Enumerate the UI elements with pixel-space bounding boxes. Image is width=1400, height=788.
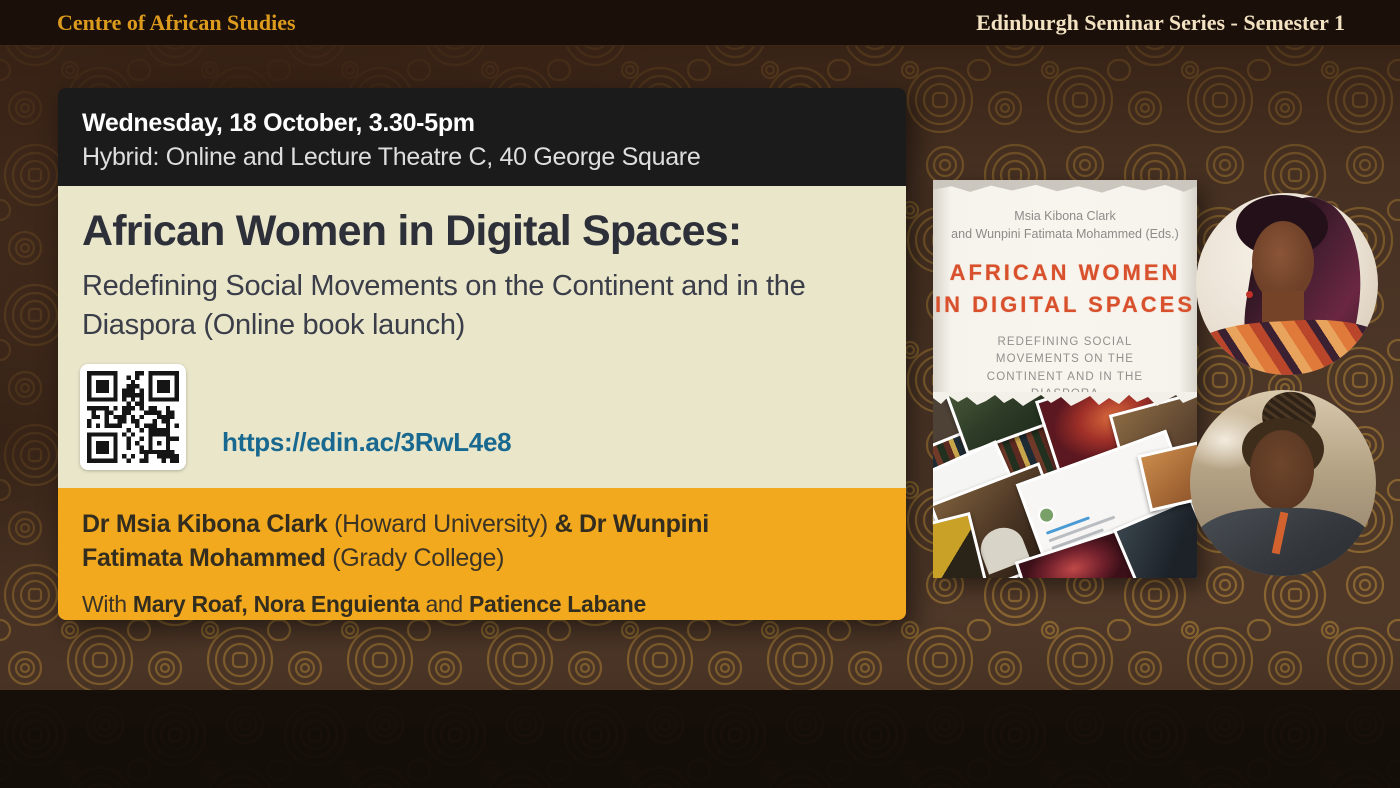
footer-bar: GENDER.ED THE UNIVERSITY of EDINBURGH bbox=[0, 690, 1400, 788]
topbar: Centre of African Studies Edinburgh Semi… bbox=[0, 0, 1400, 46]
torn-paper-edge bbox=[933, 392, 1197, 408]
portrait2-face bbox=[1250, 430, 1314, 510]
book-collage bbox=[933, 392, 1197, 578]
event-card: Wednesday, 18 October, 3.30-5pm Hybrid: … bbox=[58, 88, 906, 620]
profile-avatar bbox=[1036, 504, 1058, 526]
event-datetime: Wednesday, 18 October, 3.30-5pm bbox=[82, 109, 880, 138]
topbar-series: Edinburgh Seminar Series - Semester 1 bbox=[976, 10, 1345, 36]
speakers-joiner: & bbox=[555, 510, 573, 538]
speakers-line: Dr Msia Kibona Clark (Howard University)… bbox=[82, 508, 812, 576]
qr-code bbox=[80, 364, 186, 470]
qr-row: https://edin.ac/3RwL4e8 bbox=[80, 364, 511, 470]
book-cover-top: Msia Kibona Clark and Wunpini Fatimata M… bbox=[933, 180, 1197, 392]
event-title: African Women in Digital Spaces: bbox=[82, 208, 882, 255]
portrait1-clothing bbox=[1196, 316, 1378, 375]
speaker2-affiliation: (Grady College) bbox=[332, 544, 504, 572]
event-location: Hybrid: Online and Lecture Theatre C, 40… bbox=[82, 143, 880, 172]
poster: Centre of African Studies Edinburgh Semi… bbox=[0, 0, 1400, 788]
speaker-portrait-1 bbox=[1196, 193, 1378, 375]
with-conjunction: and bbox=[425, 591, 462, 617]
speaker-portrait-2 bbox=[1190, 390, 1376, 576]
with-last-name: Patience Labane bbox=[469, 591, 646, 617]
event-link[interactable]: https://edin.ac/3RwL4e8 bbox=[222, 427, 511, 458]
portrait1-earring bbox=[1246, 291, 1253, 298]
book-cover: Msia Kibona Clark and Wunpini Fatimata M… bbox=[933, 180, 1197, 578]
qr-code-svg bbox=[87, 371, 179, 463]
speakers-panel: Dr Msia Kibona Clark (Howard University)… bbox=[58, 488, 906, 620]
with-names: Mary Roaf, Nora Enguienta bbox=[133, 591, 419, 617]
event-subtitle: Redefining Social Movements on the Conti… bbox=[82, 267, 882, 345]
event-card-body: African Women in Digital Spaces: Redefin… bbox=[58, 186, 906, 488]
book-title: AFRICAN WOMEN IN DIGITAL SPACES bbox=[933, 257, 1197, 321]
speaker1-affiliation: (Howard University) bbox=[334, 510, 548, 538]
topbar-brand: Centre of African Studies bbox=[57, 10, 296, 36]
speaker1-name: Dr Msia Kibona Clark bbox=[82, 510, 327, 538]
with-line: With Mary Roaf, Nora Enguienta and Patie… bbox=[82, 591, 880, 618]
event-card-header: Wednesday, 18 October, 3.30-5pm Hybrid: … bbox=[58, 88, 906, 186]
with-prefix: With bbox=[82, 591, 127, 617]
